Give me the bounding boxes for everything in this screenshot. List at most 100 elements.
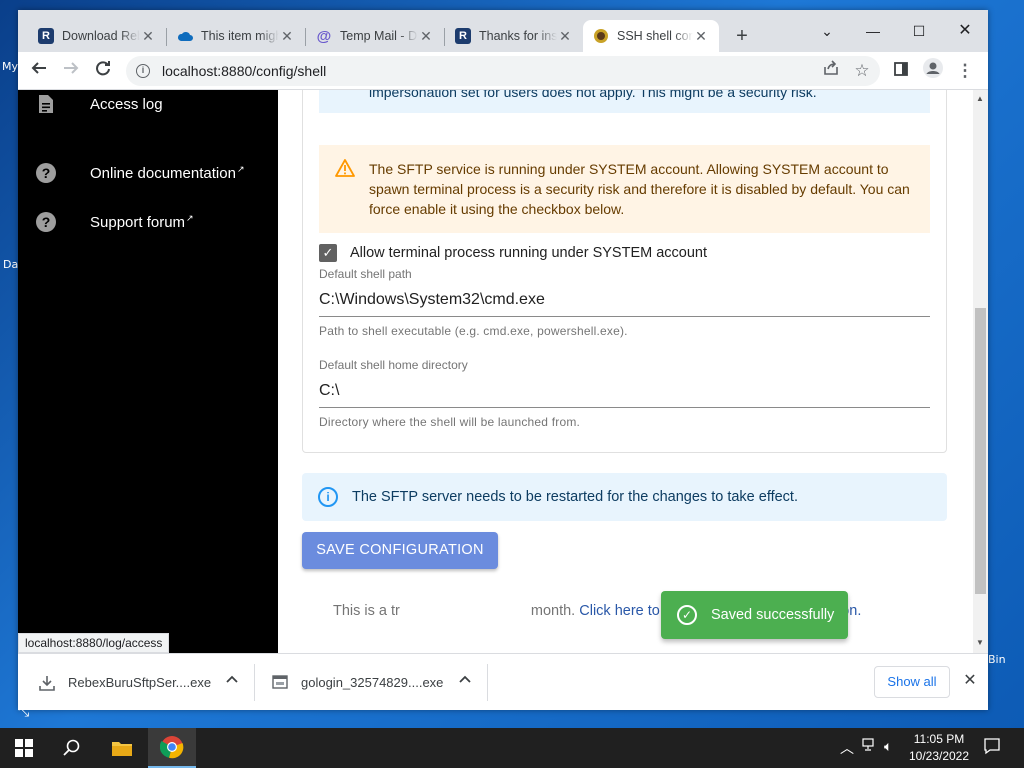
trial-text-middle: month.: [530, 603, 576, 619]
rebex-icon: R: [455, 28, 471, 44]
default-shell-path-field: Default shell path C:\Windows\System32\c…: [319, 267, 930, 338]
tab-ssh-shell[interactable]: SSH shell con ✕: [583, 20, 719, 52]
bookmark-star-icon[interactable]: ☆: [849, 58, 875, 84]
help-icon: ?: [36, 163, 56, 183]
download-filename: RebexBuruSftpSer....exe: [68, 675, 212, 690]
minimize-button[interactable]: —: [850, 16, 896, 46]
sidebar-item-support-forum[interactable]: ? Support forum↗: [18, 202, 278, 242]
desktop-icon-label[interactable]: Da: [3, 258, 18, 271]
clock-date: 10/23/2022: [908, 749, 970, 763]
download-item[interactable]: RebexBuruSftpSer....exe: [18, 654, 254, 711]
close-icon[interactable]: ✕: [140, 28, 156, 45]
allow-system-terminal-row[interactable]: ✓ Allow terminal process running under S…: [319, 244, 707, 262]
close-icon[interactable]: ✕: [693, 28, 709, 45]
side-panel-icon[interactable]: [888, 58, 914, 84]
tab-onedrive[interactable]: This item might ✕: [167, 20, 305, 52]
scrollbar-thumb[interactable]: [975, 308, 986, 594]
help-icon: ?: [36, 212, 56, 232]
saved-toast: ✓ Saved successfully: [661, 591, 848, 639]
site-info-icon[interactable]: i: [136, 64, 150, 78]
download-shelf: RebexBuruSftpSer....exe gologin_32574829…: [18, 653, 988, 710]
external-link-icon: ↗: [186, 213, 194, 223]
sidebar-item-label: Access log: [90, 95, 163, 113]
sidebar-item-access-log[interactable]: Access log: [18, 90, 278, 124]
chevron-up-icon[interactable]: [224, 672, 240, 688]
clock-time: 11:05 PM: [913, 732, 965, 746]
menu-kebab-icon[interactable]: ⋮: [952, 58, 978, 84]
close-icon[interactable]: ✕: [279, 28, 295, 45]
download-item[interactable]: gologin_32574829....exe: [251, 654, 487, 711]
maximize-button[interactable]: ☐: [896, 16, 942, 46]
windows-taskbar: ︿ 🔈︎ 11:05 PM 10/23/2022: [0, 728, 1024, 768]
restart-info-alert: i The SFTP server needs to be restarted …: [302, 473, 947, 521]
scroll-up-arrow-icon[interactable]: ▲: [976, 94, 984, 103]
link-status-hint: localhost:8880/log/access: [18, 633, 170, 653]
tab-search-icon[interactable]: ⌄: [804, 16, 850, 46]
windows-logo-icon: [15, 739, 33, 757]
home-dir-input[interactable]: C:\: [319, 382, 930, 408]
trial-text-start: This is a tr: [333, 603, 400, 619]
recycle-bin-label[interactable]: Bin: [988, 653, 1006, 666]
show-all-downloads-button[interactable]: Show all: [874, 666, 950, 698]
field-label: Default shell path: [319, 267, 412, 281]
desktop-icon-label[interactable]: My: [2, 60, 18, 73]
back-arrow-icon[interactable]: [26, 58, 52, 84]
page-scrollbar[interactable]: ▲ ▼: [973, 90, 988, 653]
field-label: Default shell home directory: [319, 358, 468, 372]
shell-path-input[interactable]: C:\Windows\System32\cmd.exe: [319, 291, 930, 317]
new-tab-button[interactable]: +: [730, 24, 754, 48]
chevron-up-icon[interactable]: ︿: [840, 738, 854, 758]
share-icon[interactable]: [818, 58, 844, 84]
rebex-shield-icon: [593, 28, 609, 44]
sidebar-item-online-documentation[interactable]: ? Online documentation↗: [18, 153, 278, 193]
system-account-warning: The SFTP service is running under SYSTEM…: [319, 145, 930, 233]
warning-text: The SFTP service is running under SYSTEM…: [369, 161, 910, 217]
tab-temp-mail[interactable]: @ Temp Mail - D ✕: [306, 20, 444, 52]
allow-system-terminal-checkbox[interactable]: ✓: [319, 244, 337, 262]
field-helper-text: Directory where the shell will be launch…: [319, 415, 581, 429]
search-icon[interactable]: [48, 728, 96, 768]
url-text[interactable]: localhost:8880/config/shell: [162, 63, 326, 79]
info-text: The SFTP server needs to be restarted fo…: [352, 489, 798, 505]
warning-icon: [335, 159, 355, 180]
tab-title: Download Rebex: [62, 29, 140, 43]
sidebar-item-label: Support forum: [90, 214, 186, 231]
file-explorer-icon[interactable]: [98, 728, 146, 768]
external-link-icon: ↗: [236, 164, 245, 174]
resize-cursor-icon: ⤡: [18, 703, 30, 719]
field-helper-text: Path to shell executable (e.g. cmd.exe, …: [319, 324, 628, 338]
tab-title: Temp Mail - D: [340, 29, 418, 43]
profile-avatar-icon[interactable]: [920, 58, 946, 84]
close-icon[interactable]: ✕: [418, 28, 434, 45]
close-icon[interactable]: ✕: [960, 671, 980, 691]
toast-text: Saved successfully: [711, 607, 835, 623]
sidebar-item-label-wrap: Online documentation↗: [90, 164, 244, 182]
network-icon[interactable]: [862, 738, 878, 755]
download-divider: [487, 664, 488, 701]
notification-icon[interactable]: [983, 737, 1001, 758]
tab-download-rebex[interactable]: R Download Rebex ✕: [28, 20, 166, 52]
tempmail-icon: @: [316, 27, 332, 45]
volume-icon[interactable]: 🔈︎: [884, 738, 892, 755]
tab-thanks[interactable]: R Thanks for ins ✕: [445, 20, 583, 52]
close-window-button[interactable]: ✕: [942, 16, 988, 46]
onedrive-icon: [177, 28, 193, 44]
start-button[interactable]: [0, 728, 48, 768]
chevron-up-icon[interactable]: [457, 672, 473, 688]
sidebar-item-label-wrap: Support forum↗: [90, 213, 194, 231]
check-circle-icon: ✓: [677, 605, 697, 625]
tab-title: SSH shell con: [617, 29, 693, 43]
close-icon[interactable]: ✕: [557, 28, 573, 45]
scroll-down-arrow-icon[interactable]: ▼: [976, 638, 984, 647]
forward-arrow-icon[interactable]: [58, 58, 84, 84]
system-clock[interactable]: 11:05 PM 10/23/2022: [905, 731, 973, 765]
save-configuration-button[interactable]: SAVE CONFIGURATION: [302, 532, 498, 569]
checkbox-label[interactable]: Allow terminal process running under SYS…: [350, 245, 707, 261]
address-bar[interactable]: i localhost:8880/config/shell: [126, 56, 880, 86]
impersonation-alert: impersonation set for users does not app…: [319, 90, 930, 113]
chrome-taskbar-icon[interactable]: [148, 728, 196, 768]
reload-icon[interactable]: [90, 58, 116, 84]
download-icon: [38, 674, 56, 692]
tab-strip: R Download Rebex ✕ This item might ✕ @ T…: [18, 10, 988, 52]
tab-title: Thanks for ins: [479, 29, 557, 43]
